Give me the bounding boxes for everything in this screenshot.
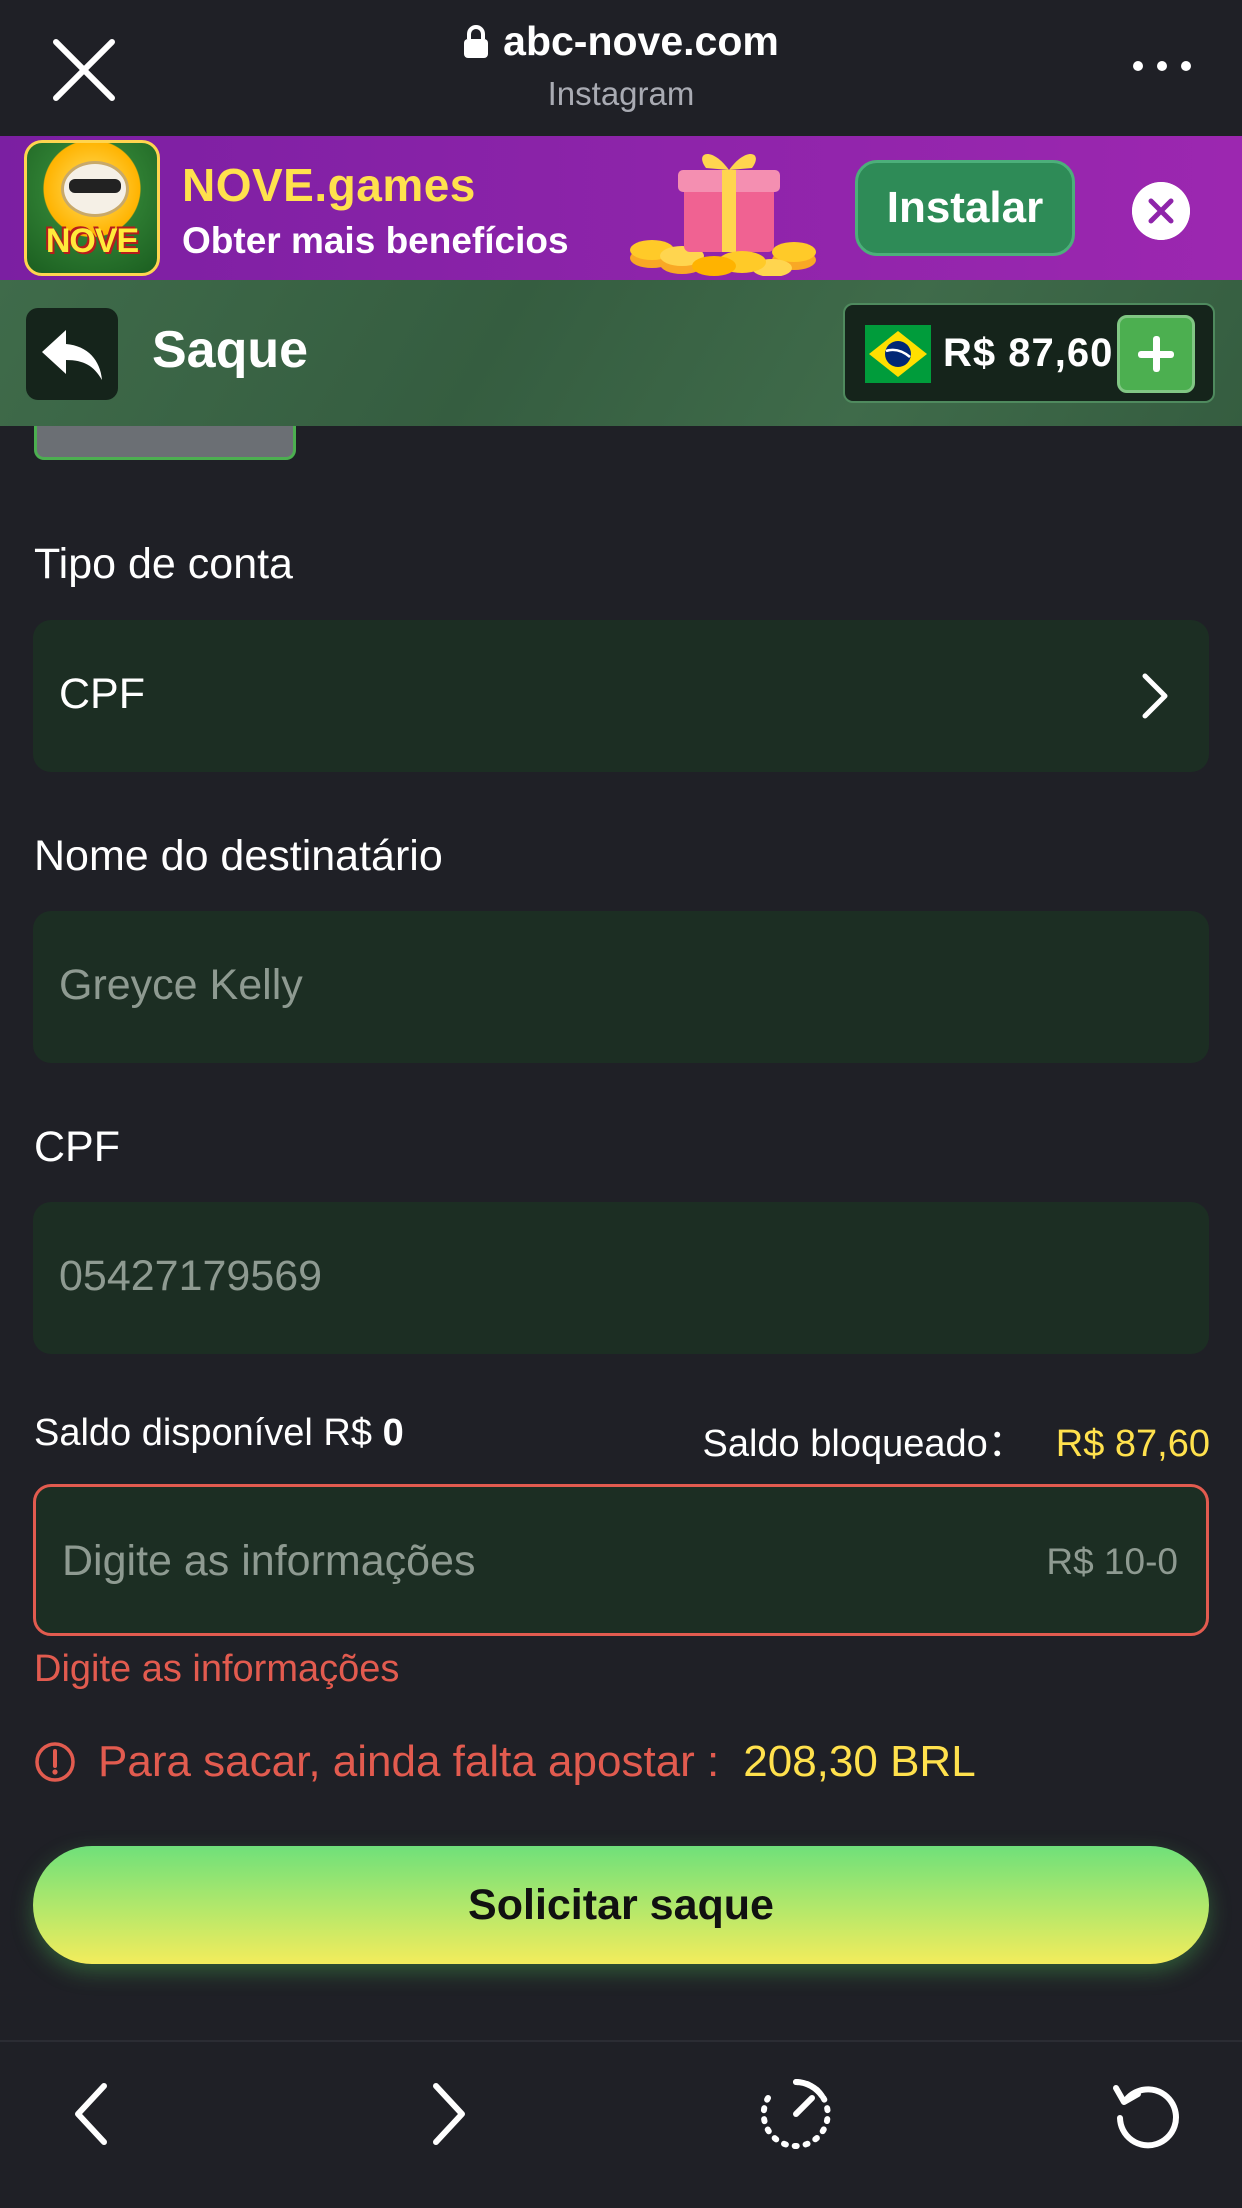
gift-coins-icon <box>630 153 816 276</box>
wager-warning-amount: 208,30 BRL <box>743 1737 976 1786</box>
wager-warning-text: Para sacar, ainda falta apostar : <box>98 1737 720 1786</box>
withdraw-amount-input[interactable] <box>62 1529 962 1593</box>
source-app-label: Instagram <box>547 75 695 112</box>
logo-text: NOVE <box>45 222 139 260</box>
amount-error-message: Digite as informações <box>34 1648 400 1690</box>
available-balance: Saldo disponível R$ 0 <box>34 1412 404 1455</box>
payment-method-card[interactable] <box>34 426 296 460</box>
blocked-balance-label: Saldo bloqueado： <box>702 1423 1026 1465</box>
install-promo-banner: NOVE NOVE.games Obter mais benefícios In… <box>0 136 1242 280</box>
wager-warning: Para sacar, ainda falta apostar : 208,30… <box>34 1732 976 1792</box>
app-header: Saque R$ 87,60 <box>0 280 1242 426</box>
browser-bottom-bar <box>0 2040 1242 2208</box>
request-withdrawal-button[interactable]: Solicitar saque <box>33 1846 1209 1964</box>
recipient-name-value: Greyce Kelly <box>59 961 303 1009</box>
chevron-right-icon[interactable] <box>406 2074 486 2154</box>
url-block[interactable]: abc-nove.com Instagram <box>0 18 1242 113</box>
chevron-left-icon[interactable] <box>54 2074 134 2154</box>
speedometer-icon[interactable] <box>756 2074 836 2154</box>
blocked-balance: Saldo bloqueado： R$ 87,60 <box>703 1412 1211 1467</box>
account-type-select[interactable]: CPF <box>33 620 1209 772</box>
reload-icon[interactable] <box>1106 2074 1186 2154</box>
recipient-name-label: Nome do destinatário <box>34 832 443 880</box>
warning-circle-icon <box>35 1742 75 1782</box>
account-type-label: Tipo de conta <box>34 540 293 588</box>
browser-top-bar: abc-nove.com Instagram <box>0 0 1242 136</box>
cpf-value: 05427179569 <box>59 1252 323 1300</box>
more-dots-icon[interactable] <box>1126 54 1198 78</box>
page-title: Saque <box>152 321 309 379</box>
available-balance-label: Saldo disponível R$ <box>34 1412 372 1454</box>
promo-close-icon[interactable] <box>1132 182 1190 240</box>
chevron-right-icon <box>1142 673 1168 719</box>
back-button[interactable] <box>26 308 118 400</box>
cpf-field[interactable]: 05427179569 <box>33 1202 1209 1354</box>
promo-title: NOVE.games <box>182 159 476 211</box>
lock-icon <box>464 24 489 58</box>
nove-games-logo: NOVE <box>24 140 160 276</box>
amount-range-hint: R$ 10-0 <box>1046 1541 1178 1582</box>
withdraw-amount-field[interactable]: R$ 10-0 <box>33 1484 1209 1636</box>
cpf-label: CPF <box>34 1123 120 1171</box>
brazil-flag-icon <box>865 325 931 383</box>
url-domain: abc-nove.com <box>503 18 779 64</box>
available-balance-value: 0 <box>382 1412 404 1454</box>
deposit-plus-button[interactable] <box>1117 315 1195 393</box>
account-type-value: CPF <box>59 670 145 718</box>
promo-subtitle: Obter mais benefícios <box>182 220 569 261</box>
header-balance: R$ 87,60 <box>943 331 1114 375</box>
blocked-balance-value: R$ 87,60 <box>1055 1423 1210 1465</box>
install-button[interactable]: Instalar <box>855 160 1075 256</box>
recipient-name-field[interactable]: Greyce Kelly <box>33 911 1209 1063</box>
balance-pill: R$ 87,60 <box>843 303 1215 403</box>
back-arrow-icon <box>42 330 102 380</box>
balance-row: Saldo disponível R$ 0 Saldo bloqueado： R$… <box>34 1412 1210 1472</box>
